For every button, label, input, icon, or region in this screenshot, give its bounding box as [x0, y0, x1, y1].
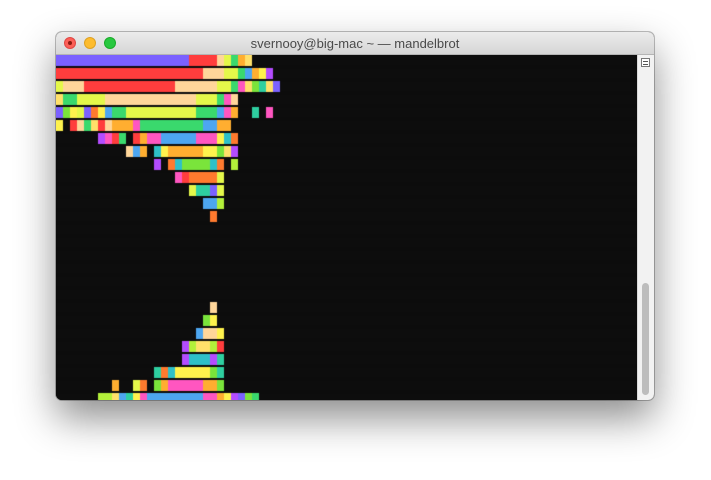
terminal-content[interactable]	[56, 55, 637, 400]
window-title: svernooy@big-mac ~ — mandelbrot	[250, 36, 460, 51]
mandelbrot-render	[56, 55, 637, 400]
title-bar[interactable]: svernooy@big-mac ~ — mandelbrot	[56, 32, 654, 55]
terminal-window: svernooy@big-mac ~ — mandelbrot	[56, 32, 654, 400]
vertical-scrollbar[interactable]	[637, 55, 654, 400]
scrollbar-thumb[interactable]	[642, 283, 649, 395]
list-icon[interactable]	[641, 58, 650, 67]
